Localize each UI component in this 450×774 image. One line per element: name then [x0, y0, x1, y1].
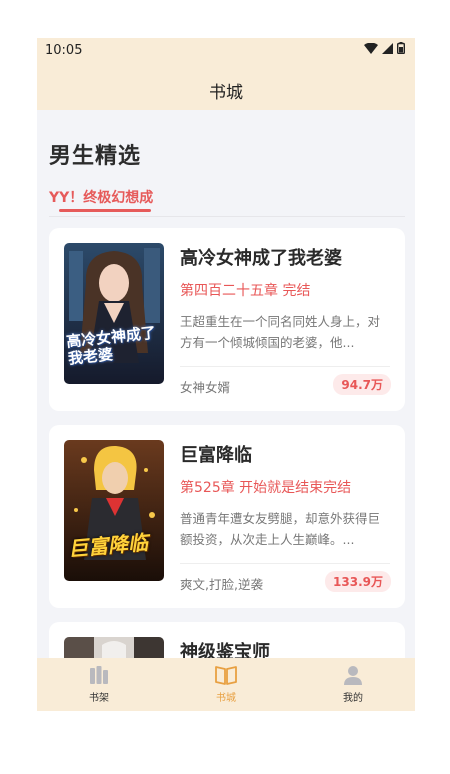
nav-bookshelf[interactable]: 书架: [59, 664, 139, 704]
card-divider: [180, 563, 390, 564]
book-title: 高冷女神成了我老婆: [180, 248, 342, 269]
nav-label: 我的: [343, 693, 363, 704]
signal-icon: [382, 42, 393, 54]
book-description: 王超重生在一个同名同姓人身上，对方有一个倾城倾国的老婆，他...: [180, 314, 381, 350]
latest-chapter: 第525章 开始就是结束完结: [180, 480, 352, 496]
bookshelf-icon: [90, 666, 108, 684]
section-title: 男生精选: [49, 144, 142, 169]
nav-mine[interactable]: 我的: [313, 664, 393, 704]
bottom-nav: 书架 书城 我的: [37, 658, 415, 711]
latest-chapter: 第四百二十五章 完结: [180, 283, 311, 299]
book-tags: 爽文,打脸,逆袭: [180, 577, 263, 592]
tab-yy[interactable]: YY！终极幻想成: [49, 187, 153, 207]
person-icon: [344, 666, 362, 685]
tab-divider: [49, 216, 405, 217]
read-count-badge: 94.7万: [333, 374, 391, 395]
book-description: 普通青年遭女友劈腿，却意外获得巨额投资，从次走上人生巅峰。...: [180, 511, 381, 547]
card-divider: [180, 366, 390, 367]
book-card[interactable]: 高冷女神成了我老婆 高冷女神成了我老婆 第四百二十五章 完结 王超重生在一个同名…: [49, 228, 405, 411]
wifi-icon: [364, 42, 378, 54]
book-card[interactable]: 巨富降临 巨富降临 第525章 开始就是结束完结 普通青年遭女友劈腿，却意外获得…: [49, 425, 405, 608]
nav-label: 书城: [216, 693, 236, 704]
book-cover: 高冷女神成了我老婆: [64, 243, 164, 384]
top-bar: 10:05 书城: [37, 38, 415, 110]
status-time: 10:05: [45, 43, 83, 58]
battery-icon: [397, 42, 405, 54]
book-cover: 巨富降临: [64, 440, 164, 581]
nav-bookstore[interactable]: 书城: [186, 664, 266, 704]
nav-label: 书架: [89, 693, 109, 704]
page-title: 书城: [209, 83, 243, 103]
tab-underline: [59, 209, 151, 212]
open-book-icon: [215, 666, 237, 685]
book-title: 巨富降临: [180, 445, 252, 466]
phone-screen: 10:05 书城 男生精选 YY！终极幻想成 高冷女神成了我老婆 高冷女神成了我…: [37, 38, 415, 711]
read-count-badge: 133.9万: [325, 571, 391, 592]
book-tags: 女神女婿: [180, 380, 231, 395]
status-icons: [364, 42, 405, 54]
